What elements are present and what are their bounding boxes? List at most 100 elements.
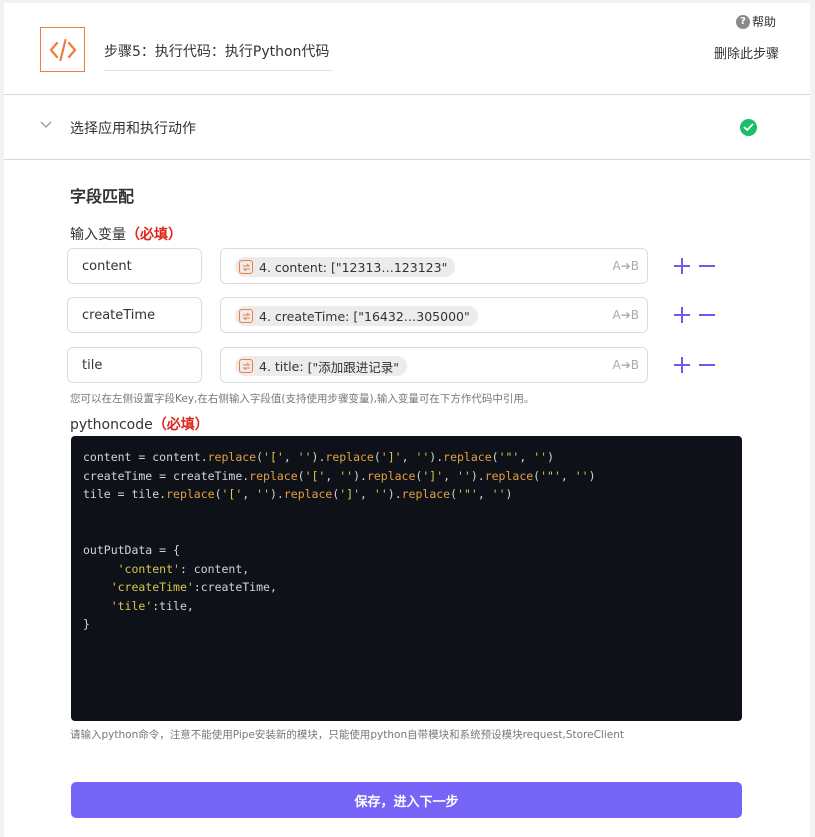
delete-step-button[interactable]: 删除此步骤	[714, 43, 779, 62]
step-variable-icon	[239, 359, 253, 373]
python-code-label: pythoncode（必填）	[70, 414, 209, 434]
required-tag: （必填）	[152, 417, 209, 433]
code-line: 'content': content,	[83, 560, 730, 579]
code-token: content = content.	[83, 450, 208, 464]
transform-icon[interactable]: A➔B	[613, 308, 640, 322]
step-variable-icon	[239, 309, 253, 323]
code-token: replace	[207, 450, 257, 464]
variable-key-input[interactable]: tile	[67, 347, 202, 383]
check-circle-icon	[740, 119, 757, 136]
code-line: 'tile':tile,	[83, 597, 730, 616]
divider	[4, 159, 810, 160]
step-variable-chip[interactable]: 4. content: ["12313…123123"	[235, 257, 456, 277]
step-variable-chip[interactable]: 4. title: ["添加跟进记录"	[235, 356, 407, 376]
variables-hint: 您可以在左侧设置字段Key,在右侧输入字段值(支持使用步骤变量),输入变量可在下…	[70, 393, 535, 405]
code-token: (	[297, 468, 305, 483]
code-icon	[40, 27, 85, 72]
code-hint: 请输入python命令，注意不能使用Pipe安装新的模块，只能使用python自…	[70, 729, 625, 741]
code-token: ,	[443, 468, 457, 483]
code-token: ,	[360, 487, 374, 502]
help-icon: ?	[736, 14, 750, 29]
code-token: replace	[166, 487, 215, 502]
chip-value: ["12313…123123"	[330, 259, 448, 275]
code-line: content = content.replace('[', '').repla…	[83, 448, 730, 467]
code-token: '"'	[540, 468, 561, 483]
code-token: ''	[256, 487, 270, 502]
required-tag: （必填）	[126, 227, 182, 243]
code-token: ).	[387, 487, 402, 502]
code-token: 'content'	[117, 561, 180, 576]
save-next-button[interactable]: 保存，进入下一步	[71, 782, 742, 818]
code-line: tile = tile.replace('[', '').replace(']'…	[83, 485, 730, 504]
code-token: (	[214, 487, 222, 502]
step-variable-chip[interactable]: 4. createTime: ["16432…305000"	[235, 306, 478, 326]
variable-value-input[interactable]: 4. title: ["添加跟进记录" A➔B	[220, 347, 648, 383]
code-token: outPutData = {	[83, 542, 180, 557]
code-token: ''	[491, 487, 506, 502]
code-token: ']'	[422, 468, 444, 483]
code-token: replace	[484, 468, 534, 483]
code-editor[interactable]: content = content.replace('[', '').repla…	[71, 436, 742, 721]
code-token: ''	[574, 468, 589, 483]
variable-key-input[interactable]: content	[67, 248, 202, 284]
input-label-text: 输入变量	[70, 227, 126, 243]
variable-row: content 4. content: ["12313…123123" A➔B	[67, 248, 727, 284]
chevron-down-icon	[40, 121, 52, 128]
variable-row: tile 4. title: ["添加跟进记录" A➔B	[67, 347, 727, 383]
code-token: )	[588, 468, 596, 483]
chip-key: 4. createTime:	[259, 308, 350, 324]
variable-key-input[interactable]: createTime	[67, 297, 202, 333]
code-token: createTime = createTime.	[83, 468, 250, 483]
transform-icon[interactable]: A➔B	[613, 259, 640, 273]
step-variable-icon	[239, 260, 253, 274]
code-label-text: pythoncode	[70, 417, 153, 433]
code-token: tile = tile.	[83, 487, 167, 502]
code-token: ,	[560, 468, 575, 483]
code-line: outPutData = {	[83, 541, 730, 560]
code-token: (	[373, 450, 381, 464]
add-row-icon[interactable]	[672, 355, 692, 375]
help-link[interactable]: ? 帮助	[736, 13, 776, 30]
code-token: replace	[283, 487, 333, 502]
chip-value: ["16432…305000"	[353, 308, 470, 324]
code-token: ).	[311, 450, 326, 464]
code-token: replace	[443, 450, 492, 464]
code-token: }	[83, 617, 90, 632]
code-token: ''	[456, 468, 471, 483]
code-token: ''	[339, 468, 354, 483]
code-token: :tile,	[152, 598, 194, 613]
variable-value-input[interactable]: 4. createTime: ["16432…305000" A➔B	[220, 297, 648, 333]
remove-row-icon[interactable]	[697, 355, 717, 375]
code-token: (	[256, 450, 264, 464]
remove-row-icon[interactable]	[697, 256, 717, 276]
code-token: ).	[270, 487, 284, 502]
code-token: )	[547, 450, 554, 464]
code-token: ']'	[380, 450, 402, 464]
code-token: replace	[366, 468, 416, 483]
code-token: ''	[297, 450, 312, 464]
app-action-section[interactable]: 选择应用和执行动作	[4, 95, 810, 159]
code-token: ']'	[339, 487, 361, 502]
transform-icon[interactable]: A➔B	[613, 358, 640, 372]
add-row-icon[interactable]	[672, 256, 692, 276]
code-token: : content,	[179, 561, 250, 576]
section-label: 选择应用和执行动作	[70, 121, 196, 137]
code-token: '['	[263, 450, 284, 464]
code-token: ).	[429, 450, 444, 464]
step-title-underline	[104, 70, 333, 71]
step-card: 步骤5：执行代码：执行Python代码 ? 帮助 删除此步骤 选择应用和执行动作…	[4, 3, 810, 837]
variable-value-input[interactable]: 4. content: ["12313…123123" A➔B	[220, 248, 648, 284]
add-row-icon[interactable]	[672, 305, 692, 325]
code-token: '['	[304, 468, 326, 483]
step-title[interactable]: 步骤5：执行代码：执行Python代码	[104, 41, 329, 61]
chip-key: 4. title:	[259, 358, 304, 374]
code-token: '"'	[457, 487, 478, 502]
code-token: ''	[533, 450, 548, 464]
chip-key: 4. content:	[259, 259, 327, 275]
remove-row-icon[interactable]	[697, 305, 717, 325]
